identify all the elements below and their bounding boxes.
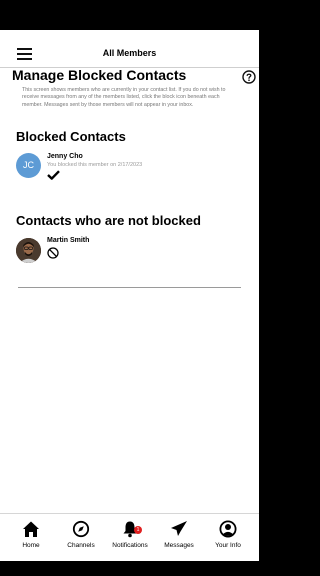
user-circle-icon (219, 520, 237, 538)
nav-label-your-info: Your Info (215, 542, 241, 549)
member-name-martin-smith[interactable]: Martin Smith (47, 237, 89, 244)
avatar-jenny-cho[interactable]: JC (16, 153, 41, 178)
nav-label-notifications: Notifications (112, 542, 148, 549)
bottom-navigation: Home Channels 1 Notifications Messages Y… (0, 513, 259, 561)
nav-notifications[interactable]: 1 Notifications (105, 514, 155, 561)
person-photo-icon (16, 238, 41, 263)
member-name-jenny-cho[interactable]: Jenny Cho (47, 153, 83, 160)
page-title: Manage Blocked Contacts (12, 67, 187, 83)
nav-channels[interactable]: Channels (56, 514, 106, 561)
page-description: This screen shows members who are curren… (22, 87, 226, 108)
help-icon[interactable] (242, 70, 256, 84)
nav-label-home: Home (22, 542, 40, 549)
nav-home[interactable]: Home (6, 514, 56, 561)
app-screen: All Members Manage Blocked Contacts This… (0, 30, 259, 561)
nav-label-channels: Channels (67, 542, 95, 549)
nav-label-messages: Messages (164, 542, 194, 549)
unblocked-contacts-heading: Contacts who are not blocked (16, 213, 201, 228)
home-icon (23, 521, 39, 537)
blocked-contacts-heading: Blocked Contacts (16, 129, 126, 144)
blocked-status-text: You blocked this member on 2/17/2023 (47, 162, 143, 168)
block-icon[interactable] (47, 247, 59, 259)
checkmark-icon[interactable] (47, 170, 60, 180)
nav-your-info[interactable]: Your Info (203, 514, 253, 561)
list-divider (18, 287, 241, 288)
header-bar: All Members (0, 30, 259, 68)
header-title: All Members (102, 48, 157, 58)
paper-plane-icon (171, 521, 187, 536)
notification-badge: 1 (134, 526, 142, 534)
compass-icon (72, 520, 90, 538)
avatar-martin-smith[interactable] (16, 238, 41, 263)
nav-messages[interactable]: Messages (154, 514, 204, 561)
